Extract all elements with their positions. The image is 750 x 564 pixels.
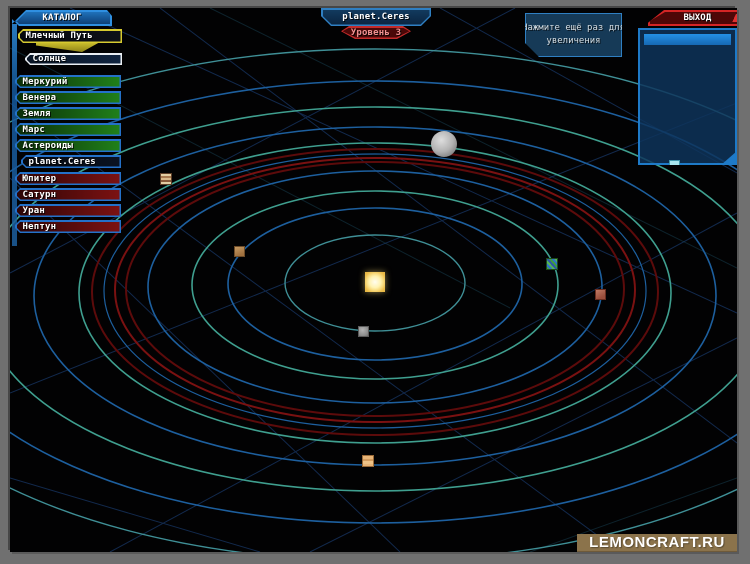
- sidebar-item-neptune[interactable]: Нептун: [15, 220, 121, 233]
- solar-system-map[interactable]: КАТАЛОГ Млечный Путь Солнце Меркурий Вен…: [10, 8, 737, 552]
- sidebar-item-uranus[interactable]: Уран: [15, 204, 121, 217]
- zoom-hint-line1: Нажмите ещё раз для: [522, 22, 625, 36]
- sun-icon[interactable]: [365, 272, 385, 292]
- selected-body-label: planet.Ceres: [342, 12, 409, 22]
- sidebar-item-venus[interactable]: Венера: [15, 91, 121, 104]
- sidebar-item-jupiter[interactable]: Юпитер: [15, 172, 121, 185]
- sidebar-item-label: Юпитер: [23, 174, 57, 184]
- zoom-hint-tooltip: Нажмите ещё раз для увеличения: [525, 13, 622, 57]
- zoom-hint-line2: увеличения: [546, 35, 600, 49]
- planet-mercury-icon[interactable]: [358, 326, 369, 337]
- planet-earth-icon[interactable]: [546, 258, 558, 270]
- sidebar-item-milky-way[interactable]: Млечный Путь: [18, 29, 122, 43]
- tier-label: Уровень 3: [351, 28, 402, 38]
- sidebar-item-sun[interactable]: Солнце: [25, 53, 122, 65]
- sidebar-item-asteroids[interactable]: Астероиды: [15, 139, 121, 152]
- exit-button-label: ВЫХОД: [683, 13, 711, 23]
- planet-venus-icon[interactable]: [234, 246, 245, 257]
- catalog-header: КАТАЛОГ: [12, 10, 112, 26]
- planet-saturn-icon[interactable]: [362, 455, 374, 467]
- exit-button[interactable]: ВЫХОД: [648, 10, 737, 26]
- asteroid-body-icon[interactable]: [182, 183, 196, 197]
- planet-ceres-icon[interactable]: [431, 131, 457, 157]
- sidebar-item-label: planet.Ceres: [29, 157, 96, 167]
- sidebar-item-label: Солнце: [33, 54, 67, 64]
- sidebar-item-label: Меркурий: [23, 77, 68, 87]
- sidebar-item-label: Сатурн: [23, 190, 57, 200]
- sidebar-item-mars[interactable]: Марс: [15, 123, 121, 136]
- selected-body-banner: planet.Ceres: [321, 8, 431, 26]
- watermark-label: LEMONCRAFT.RU: [589, 534, 725, 551]
- watermark: LEMONCRAFT.RU: [577, 534, 737, 552]
- sidebar-item-label: Венера: [23, 93, 57, 103]
- catalog-header-label: КАТАЛОГ: [42, 13, 81, 23]
- sidebar-item-label: Млечный Путь: [26, 31, 93, 41]
- preview-panel-header: [644, 34, 731, 45]
- sidebar-item-label: Земля: [23, 109, 51, 119]
- tier-banner: Уровень 3: [341, 26, 411, 39]
- sidebar-item-label: Марс: [23, 125, 45, 135]
- planet-jupiter-icon[interactable]: [160, 173, 172, 185]
- zoom-preview-panel: [638, 28, 737, 165]
- sidebar-item-label: Астероиды: [23, 141, 74, 151]
- sidebar-item-mercury[interactable]: Меркурий: [15, 75, 121, 88]
- exit-corner-decoration: [728, 14, 737, 22]
- sidebar-item-earth[interactable]: Земля: [15, 107, 121, 120]
- sidebar-item-saturn[interactable]: Сатурн: [15, 188, 121, 201]
- sidebar-item-label: Уран: [23, 206, 45, 216]
- planet-mars-icon[interactable]: [595, 289, 606, 300]
- sidebar-item-ceres[interactable]: planet.Ceres: [21, 155, 121, 168]
- sidebar-item-label: Нептун: [23, 222, 57, 232]
